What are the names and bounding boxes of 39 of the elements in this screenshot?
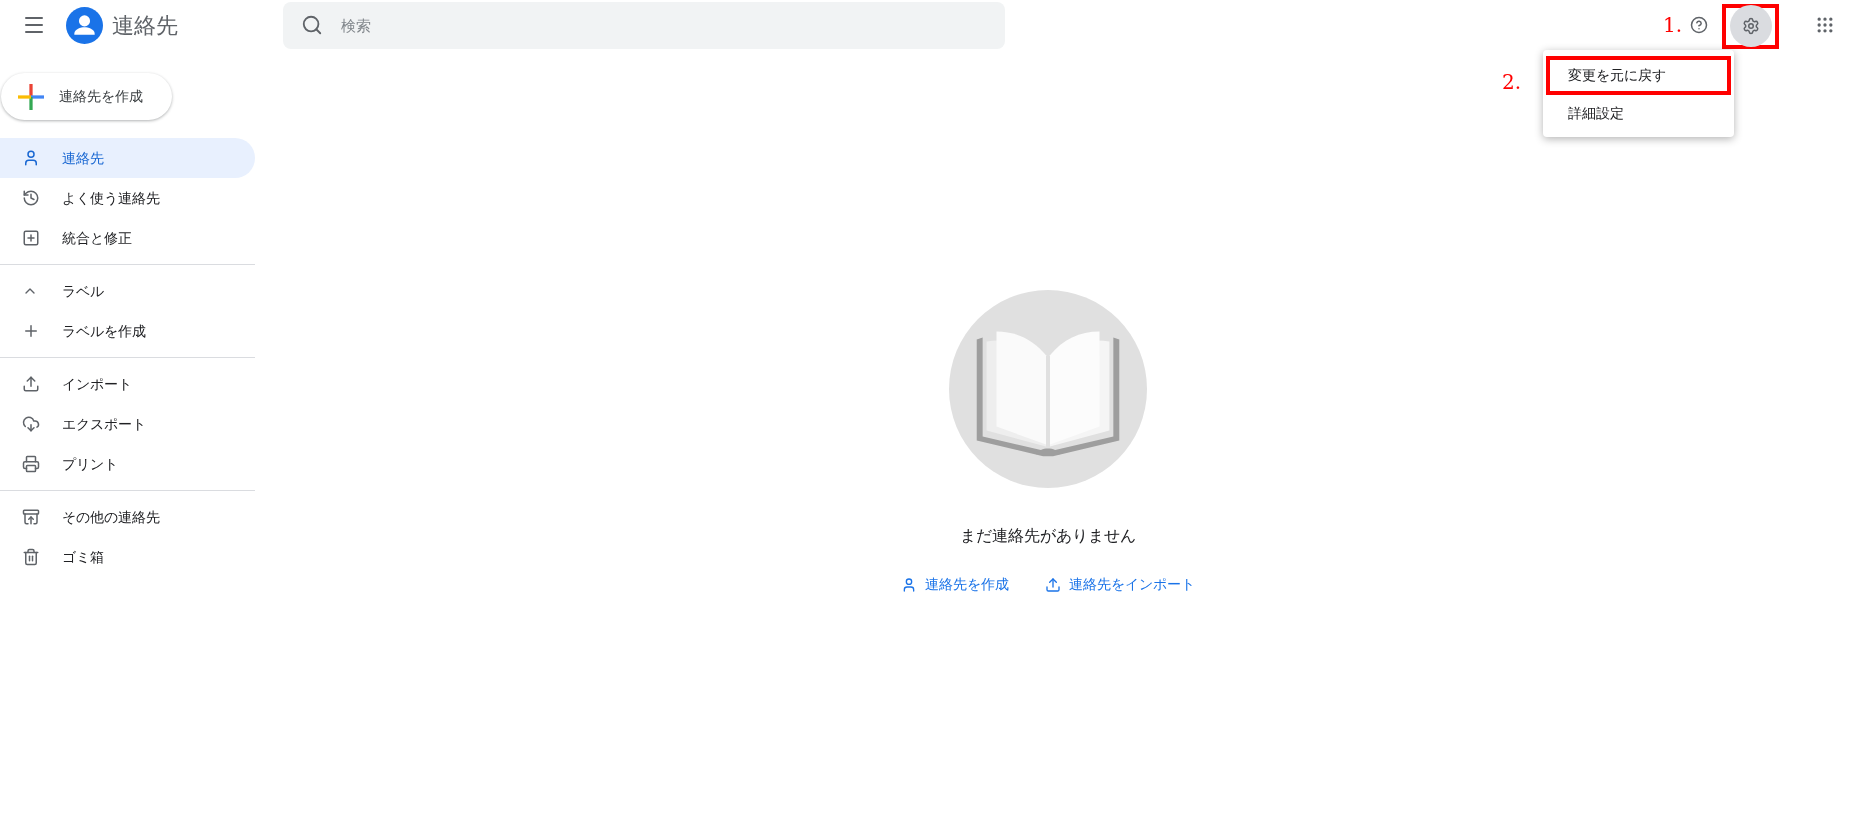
- upload-icon: [1045, 576, 1061, 593]
- step-number: 2.: [1502, 69, 1522, 96]
- plus-icon: [18, 83, 44, 110]
- upload-icon: [22, 375, 40, 393]
- sidebar-item[interactable]: 統合と修正: [0, 218, 255, 258]
- plus-icon: [22, 322, 40, 340]
- settings-button[interactable]: [1729, 5, 1772, 47]
- archive-icon: [22, 508, 40, 526]
- history-icon: [22, 189, 40, 207]
- contacts-logo-icon: [66, 6, 103, 44]
- create-contact-button[interactable]: 連絡先を作成: [1, 73, 172, 120]
- empty-state-link[interactable]: 連絡先をインポート: [1045, 574, 1195, 595]
- search-icon: [301, 14, 323, 36]
- cloud-download-icon: [22, 415, 40, 433]
- empty-message: まだ連絡先がありません: [960, 525, 1136, 547]
- sidebar-item[interactable]: その他の連絡先: [0, 497, 255, 537]
- app-title: 連絡先: [112, 11, 179, 40]
- apps-grid-icon: [1815, 15, 1835, 35]
- person-icon: [22, 149, 40, 167]
- settings-icon: [1741, 17, 1760, 35]
- search-field[interactable]: 検索: [283, 2, 1005, 49]
- sidebar-item[interactable]: 連絡先: [0, 138, 255, 178]
- menu-item[interactable]: 詳細設定: [1543, 95, 1734, 131]
- sidebar-item[interactable]: よく使う連絡先: [0, 178, 255, 218]
- plus-square-icon: [22, 229, 40, 247]
- sidebar-item[interactable]: インポート: [0, 364, 255, 404]
- help-button[interactable]: [1688, 14, 1710, 36]
- help-icon: [1690, 16, 1708, 34]
- empty-state-link[interactable]: 連絡先を作成: [901, 574, 1009, 595]
- sidebar-item[interactable]: プリント: [0, 444, 255, 484]
- sidebar-item[interactable]: ゴミ箱: [0, 537, 255, 577]
- trash-icon: [22, 548, 40, 566]
- step-number: 1.: [1662, 12, 1682, 39]
- printer-icon: [22, 455, 40, 473]
- menu-item[interactable]: 変更を元に戻す: [1550, 60, 1727, 91]
- labels-toggle[interactable]: ラベル: [0, 271, 255, 311]
- sidebar-item[interactable]: ラベルを作成: [0, 311, 255, 351]
- person-icon: [901, 576, 917, 593]
- sidebar-item[interactable]: エクスポート: [0, 404, 255, 444]
